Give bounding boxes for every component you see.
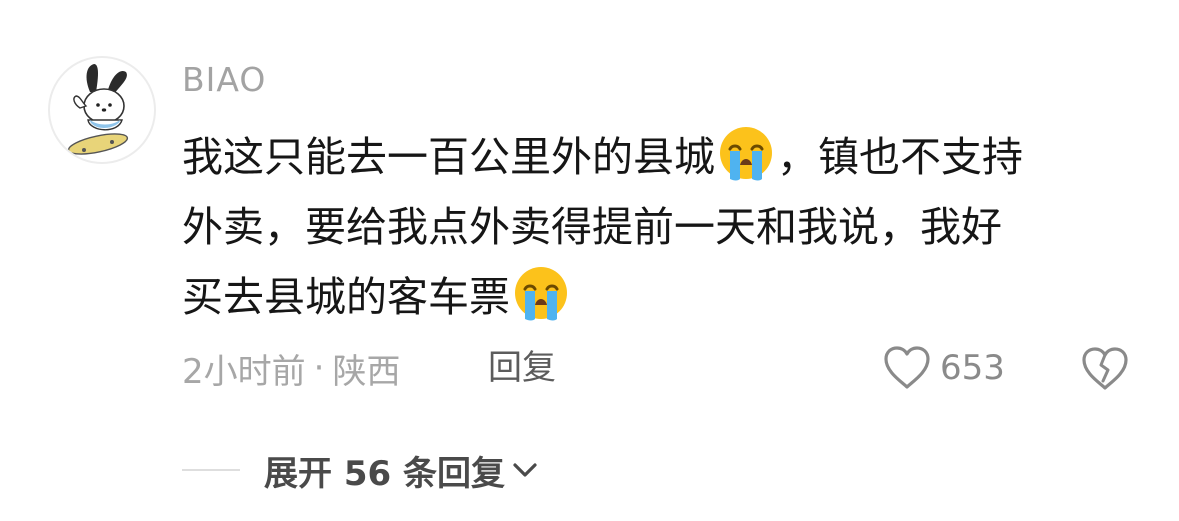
comment-meta: 2小时前 · 陕西 bbox=[182, 345, 401, 392]
meta-separator: · bbox=[313, 348, 325, 388]
heart-icon bbox=[884, 346, 930, 389]
loudly-crying-face-icon bbox=[515, 267, 567, 321]
chevron-down-icon bbox=[513, 463, 537, 477]
divider bbox=[182, 469, 240, 471]
comment-text-segment: 买去县城的客车票 bbox=[182, 273, 510, 321]
comment-line-2: 外卖，要给我点外卖得提前一天和我说，我好 bbox=[182, 203, 1002, 251]
loudly-crying-face-icon bbox=[720, 127, 772, 181]
expand-replies-row: 展开 56 条回复 bbox=[182, 445, 539, 495]
reply-button[interactable]: 回复 bbox=[488, 345, 556, 391]
comment-text-segment: ，镇也不支持 bbox=[777, 133, 1023, 181]
comment-line-3: 买去县城的客车票 bbox=[182, 262, 1142, 332]
username[interactable]: BIAO bbox=[182, 60, 266, 100]
cartoon-dog-icon bbox=[67, 64, 129, 155]
avatar[interactable] bbox=[48, 56, 156, 164]
like-button[interactable]: 653 bbox=[882, 342, 1005, 394]
expand-replies-label: 展开 56 条回复 bbox=[264, 453, 505, 494]
location: 陕西 bbox=[332, 351, 401, 392]
timestamp: 2小时前 bbox=[182, 351, 306, 392]
comment-text-segment: 我这只能去一百公里外的县城 bbox=[182, 133, 715, 181]
expand-replies-button[interactable]: 展开 56 条回复 bbox=[264, 446, 539, 495]
comment-line-1: 我这只能去一百公里外的县城 ，镇也不支持 bbox=[182, 122, 1142, 192]
comment-text: 我这只能去一百公里外的县城 ，镇也不支持 外卖，要给我点外卖得提前一天和我说，我… bbox=[182, 122, 1142, 332]
broken-heart-icon[interactable] bbox=[1080, 343, 1130, 393]
like-count: 653 bbox=[940, 348, 1005, 388]
